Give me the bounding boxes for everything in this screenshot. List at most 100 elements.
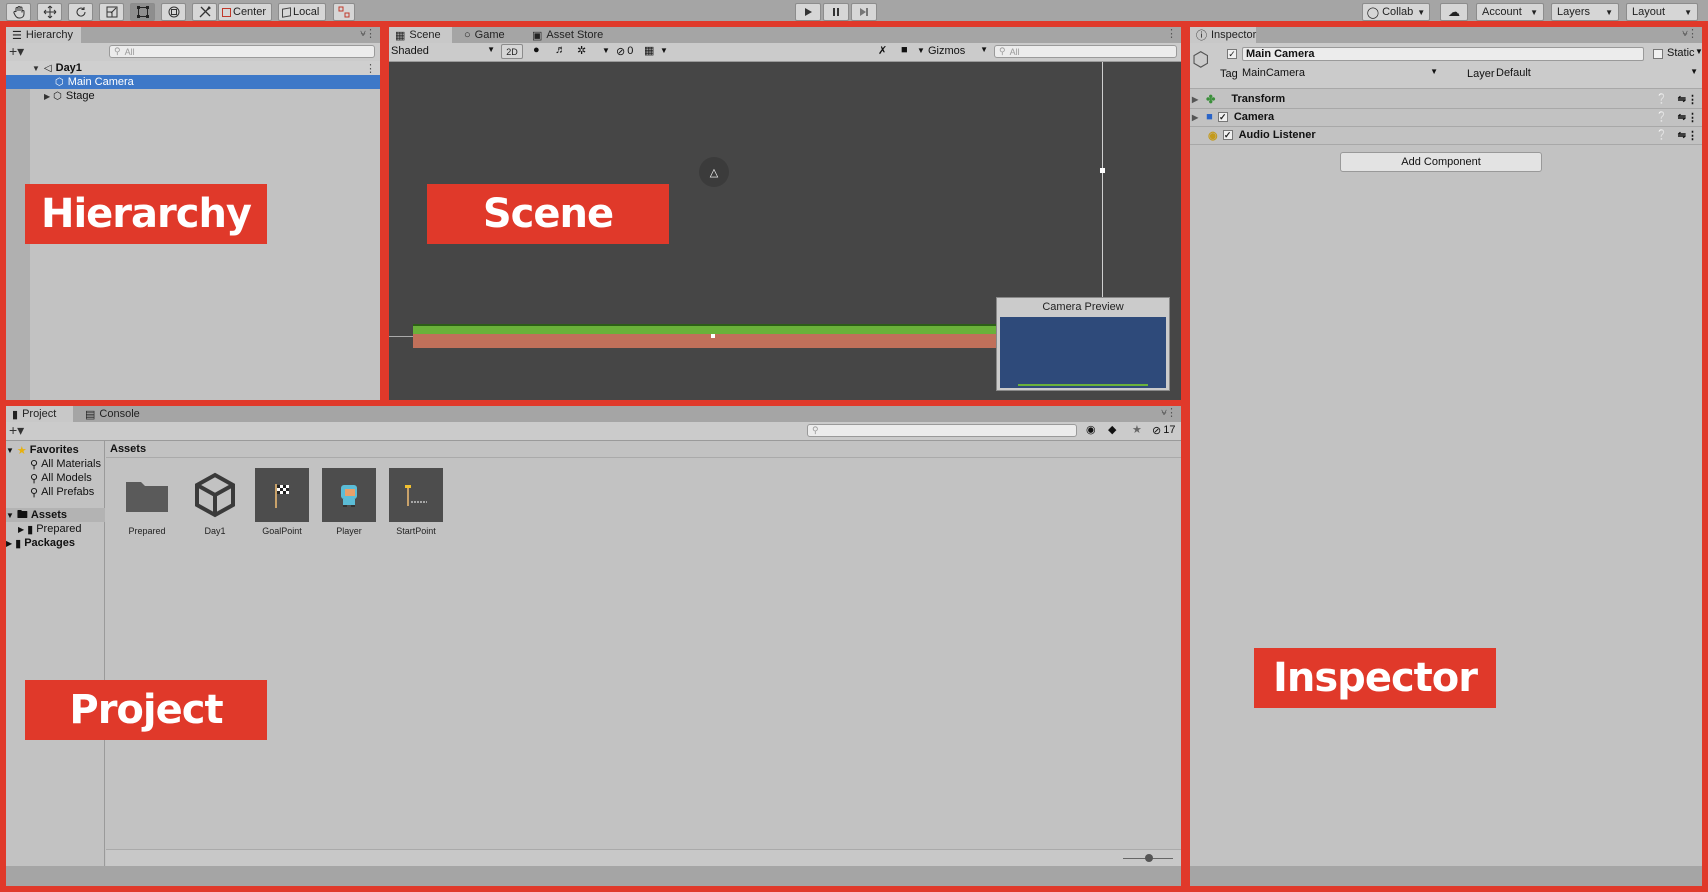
tree-item-all-materials[interactable]: ⚲ All Materials: [30, 457, 101, 471]
pause-button[interactable]: [823, 3, 849, 21]
scene-row[interactable]: ▼ ◁ Day1 ⋮: [6, 61, 380, 75]
asset-prepared[interactable]: Prepared: [118, 468, 176, 536]
collab-dropdown[interactable]: ◯ Collab ▼: [1362, 3, 1430, 21]
presets-icon[interactable]: ⇋: [1678, 112, 1686, 123]
kebab-menu-icon[interactable]: ⋮: [1687, 111, 1698, 124]
chevron-down-icon[interactable]: ▼: [660, 46, 668, 55]
layout-dropdown[interactable]: Layout ▼: [1626, 3, 1698, 21]
help-icon[interactable]: ❔: [1656, 130, 1668, 141]
tab-console[interactable]: ▤ Console: [79, 406, 148, 422]
expand-arrow-icon[interactable]: ▼: [6, 446, 14, 455]
presets-icon[interactable]: ⇋: [1678, 130, 1686, 141]
tree-item-all-prefabs[interactable]: ⚲ All Prefabs: [30, 485, 94, 499]
hand-tool-icon[interactable]: [6, 3, 31, 21]
tools-icon[interactable]: ✗: [878, 44, 887, 57]
kebab-menu-icon[interactable]: ⋮: [1687, 27, 1698, 40]
asset-startpoint[interactable]: StartPoint: [387, 468, 445, 536]
component-enabled-checkbox[interactable]: ✓: [1217, 112, 1228, 122]
asset-player[interactable]: Player: [320, 468, 378, 536]
effects-icon[interactable]: ✲: [577, 44, 586, 57]
chevron-down-icon[interactable]: ▼: [917, 46, 925, 55]
move-tool-icon[interactable]: [37, 3, 62, 21]
expand-arrow-icon[interactable]: ▼: [32, 64, 40, 73]
search-by-label-icon[interactable]: ◆: [1108, 423, 1116, 436]
grid-toggle-icon[interactable]: ▦: [644, 44, 654, 57]
star-icon[interactable]: ★: [1132, 423, 1142, 436]
hidden-objects-toggle[interactable]: ⊘ 0: [616, 45, 633, 58]
create-plus-icon[interactable]: +▾: [9, 422, 24, 439]
kebab-menu-icon[interactable]: ⋮: [1166, 406, 1177, 419]
rect-tool-icon[interactable]: [130, 3, 155, 21]
create-plus-icon[interactable]: +▾: [9, 43, 24, 60]
play-button[interactable]: [795, 3, 821, 21]
tab-project[interactable]: ▮ Project: [6, 406, 73, 422]
expand-arrow-icon[interactable]: ▶: [44, 92, 50, 101]
snap-settings-icon[interactable]: [333, 3, 355, 21]
tree-item-favorites[interactable]: ▼ ★ Favorites: [6, 443, 79, 457]
hierarchy-search-input[interactable]: ⚲ All: [109, 45, 375, 58]
asset-goalpoint[interactable]: GoalPoint: [253, 468, 311, 536]
layers-dropdown[interactable]: Layers ▼: [1551, 3, 1619, 21]
tab-game[interactable]: ○ Game: [458, 27, 513, 43]
tab-inspector[interactable]: ⓘ Inspector: [1190, 27, 1256, 43]
2d-toggle-button[interactable]: 2D: [501, 44, 523, 59]
add-component-button[interactable]: Add Component: [1340, 152, 1542, 172]
presets-icon[interactable]: ⇋: [1678, 94, 1686, 105]
step-button[interactable]: [851, 3, 877, 21]
project-search-input[interactable]: ⚲: [807, 424, 1077, 437]
cloud-button[interactable]: ☁: [1440, 3, 1468, 21]
tag-dropdown[interactable]: MainCamera ▼: [1242, 67, 1442, 81]
active-checkbox[interactable]: ✓: [1227, 49, 1237, 59]
tree-item-packages[interactable]: ▶ ▮ Packages: [6, 536, 75, 550]
kebab-menu-icon[interactable]: ⋮: [1687, 129, 1698, 142]
hidden-packages-toggle[interactable]: ⊘ 17: [1152, 424, 1175, 437]
tree-item-all-models[interactable]: ⚲ All Models: [30, 471, 92, 485]
tab-asset-store[interactable]: ▣ Asset Store: [526, 27, 611, 43]
help-icon[interactable]: ❔: [1656, 112, 1668, 123]
component-transform[interactable]: ▶ ✤ Transform ❔ ⇋ ⋮: [1190, 90, 1702, 109]
expand-arrow-icon[interactable]: ▶: [18, 525, 24, 534]
kebab-menu-icon[interactable]: ⋮: [365, 27, 376, 40]
gameobject-cube-icon[interactable]: ⬡: [1192, 47, 1209, 72]
component-enabled-checkbox[interactable]: ✓: [1222, 130, 1233, 140]
expand-arrow-icon[interactable]: ▼: [6, 511, 14, 520]
layer-dropdown[interactable]: Default ▼: [1496, 67, 1700, 81]
account-dropdown[interactable]: Account ▼: [1476, 3, 1544, 21]
thumbnail-size-slider-handle[interactable]: [1145, 854, 1153, 862]
chevron-down-icon[interactable]: ▼: [602, 46, 610, 55]
camera-bounds-handle[interactable]: [1100, 168, 1105, 173]
pivot-handle[interactable]: [711, 334, 715, 338]
breadcrumb-assets[interactable]: Assets: [110, 443, 146, 455]
pivot-center-button[interactable]: Center: [218, 3, 272, 21]
static-checkbox[interactable]: [1653, 49, 1663, 59]
expand-arrow-icon[interactable]: ▶: [1192, 95, 1198, 104]
camera-icon[interactable]: ■: [901, 44, 908, 56]
asset-day1[interactable]: Day1: [186, 468, 244, 536]
tab-scene[interactable]: ▦ Scene: [389, 27, 452, 43]
tab-hierarchy[interactable]: ☰ Hierarchy: [6, 27, 81, 43]
shading-mode-dropdown[interactable]: Shaded ▼: [391, 45, 495, 59]
kebab-menu-icon[interactable]: ⋮: [1687, 93, 1698, 106]
object-name-field[interactable]: Main Camera: [1242, 47, 1644, 61]
hierarchy-item-stage[interactable]: ▶ ⬡ Stage: [6, 89, 380, 103]
help-icon[interactable]: ❔: [1656, 94, 1668, 105]
chevron-down-icon[interactable]: ▼: [1695, 47, 1703, 56]
kebab-menu-icon[interactable]: ⋮: [1166, 27, 1177, 40]
camera-gizmo-icon[interactable]: △: [699, 157, 729, 187]
audio-icon[interactable]: ♬: [555, 44, 566, 56]
component-audio-listener[interactable]: ◉ ✓ Audio Listener ❔ ⇋ ⋮: [1190, 126, 1702, 145]
component-camera[interactable]: ▶ ■ ✓ Camera ❔ ⇋ ⋮: [1190, 108, 1702, 127]
transform-tool-icon[interactable]: [161, 3, 186, 21]
gizmos-dropdown[interactable]: Gizmos ▼: [928, 45, 988, 57]
expand-arrow-icon[interactable]: ▶: [1192, 113, 1198, 122]
expand-arrow-icon[interactable]: ▶: [6, 539, 12, 548]
tree-item-assets[interactable]: ▼ 🖿 Assets: [6, 508, 105, 522]
lightbulb-icon[interactable]: ●: [533, 44, 540, 56]
scale-tool-icon[interactable]: [99, 3, 124, 21]
space-local-button[interactable]: Local: [278, 3, 326, 21]
custom-tool-icon[interactable]: [192, 3, 217, 21]
rotate-tool-icon[interactable]: [68, 3, 93, 21]
kebab-menu-icon[interactable]: ⋮: [365, 62, 376, 75]
scene-search-input[interactable]: ⚲ All: [994, 45, 1177, 58]
tree-item-prepared[interactable]: ▶ ▮ Prepared: [18, 522, 81, 536]
